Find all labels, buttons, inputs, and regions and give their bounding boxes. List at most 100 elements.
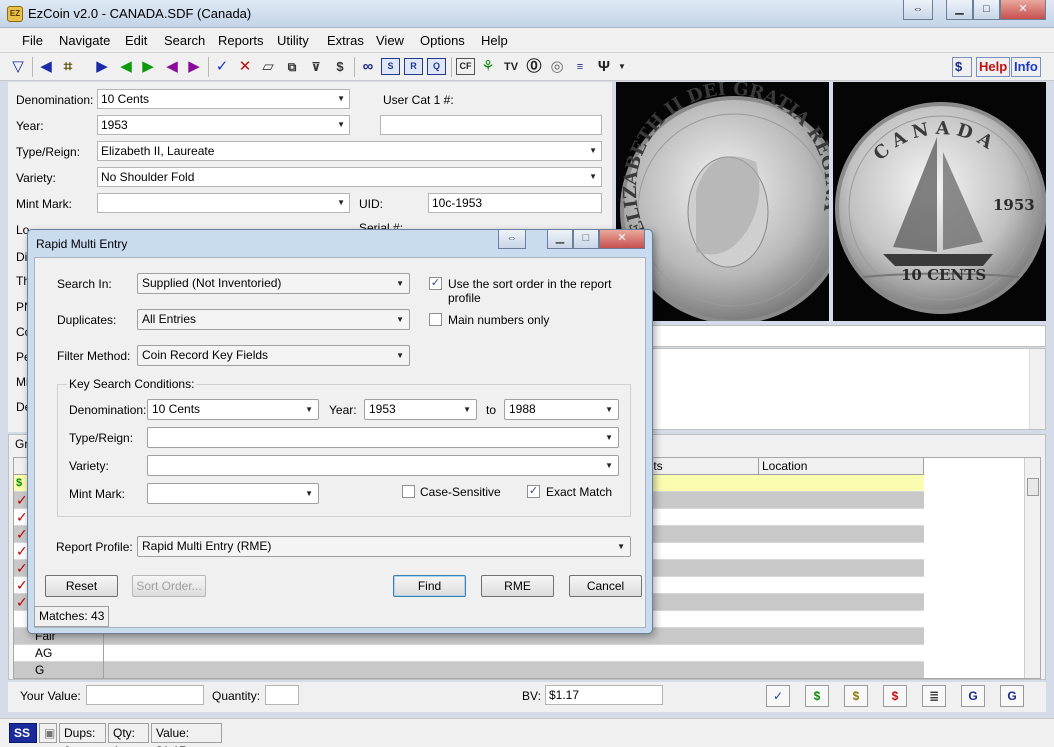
- info-button[interactable]: Info: [1011, 57, 1041, 77]
- lock-icon[interactable]: ▣: [39, 723, 57, 743]
- check-icon[interactable]: ✓: [16, 577, 28, 593]
- minimize-button[interactable]: ▁: [946, 0, 973, 20]
- duplicates-select[interactable]: All Entries: [137, 309, 410, 330]
- stack-icon[interactable]: ≡: [570, 57, 590, 77]
- type-select[interactable]: Elizabeth II, Laureate: [97, 141, 602, 161]
- check-icon[interactable]: ✓: [16, 560, 28, 576]
- menu-navigate[interactable]: Navigate: [59, 33, 110, 48]
- next-green-icon[interactable]: ▶: [138, 57, 158, 77]
- report-profile-select[interactable]: Rapid Multi Entry (RME): [137, 536, 631, 557]
- first-record-icon[interactable]: ◀: [36, 57, 56, 77]
- check-icon[interactable]: ✓: [16, 509, 28, 525]
- coin-icon[interactable]: ◎: [547, 57, 567, 77]
- s-report-icon[interactable]: S: [381, 58, 400, 75]
- close-button[interactable]: ✕: [1000, 0, 1046, 20]
- menu-file[interactable]: File: [22, 33, 43, 48]
- memo-scrollbar[interactable]: [1029, 349, 1045, 429]
- bv-input[interactable]: $1.17: [545, 685, 663, 705]
- your-value-input[interactable]: [86, 685, 204, 705]
- next-purple-icon[interactable]: ▶: [184, 57, 204, 77]
- copy-icon[interactable]: ⧉: [282, 57, 302, 77]
- prev-green-icon[interactable]: ◀: [116, 57, 136, 77]
- menu-edit[interactable]: Edit: [125, 33, 147, 48]
- r-report-icon[interactable]: R: [404, 58, 423, 75]
- cf-icon[interactable]: CF: [456, 58, 475, 75]
- prev-purple-icon[interactable]: ◀: [162, 57, 182, 77]
- tv-icon[interactable]: TV: [501, 57, 521, 77]
- tree-icon[interactable]: ⚘: [478, 57, 498, 77]
- check-icon[interactable]: ✓: [16, 543, 28, 559]
- grid-scrollbar[interactable]: [1024, 458, 1040, 678]
- case-sensitive-checkbox[interactable]: [402, 485, 415, 498]
- exact-match-checkbox[interactable]: ✓: [527, 485, 540, 498]
- psi-dropdown-icon[interactable]: ▼: [612, 57, 632, 77]
- dialog-minimize-button[interactable]: ▁: [547, 230, 573, 249]
- grid-header-location[interactable]: Location: [759, 458, 924, 475]
- dollar-circle-icon[interactable]: ⓪: [524, 57, 544, 77]
- grade-g-icon[interactable]: G: [961, 685, 985, 707]
- sort-order-button[interactable]: Sort Order...: [132, 575, 206, 597]
- key-year-to-select[interactable]: 1988: [504, 399, 619, 420]
- grid-scroll-thumb[interactable]: [1027, 478, 1039, 496]
- grade-cell[interactable]: AG: [32, 645, 104, 662]
- link-icon[interactable]: ∞: [358, 57, 378, 77]
- cancel-button[interactable]: Cancel: [569, 575, 642, 597]
- psi-icon[interactable]: Ψ: [594, 57, 614, 77]
- check-icon[interactable]: ✓: [16, 594, 28, 610]
- delete-icon[interactable]: ✕: [235, 57, 255, 77]
- notes-field[interactable]: [616, 325, 1046, 347]
- check-icon[interactable]: ✓: [16, 526, 28, 542]
- find-button[interactable]: Find: [393, 575, 466, 597]
- variety-select[interactable]: No Shoulder Fold: [97, 167, 602, 187]
- dollar-s-icon[interactable]: $: [952, 57, 972, 77]
- uid-input[interactable]: 10c-1953: [428, 193, 602, 213]
- dialog-close-button[interactable]: ✕: [599, 230, 645, 249]
- list-icon[interactable]: ≣: [922, 685, 946, 707]
- check-icon[interactable]: ✓: [16, 492, 28, 508]
- main-numbers-checkbox[interactable]: [429, 313, 442, 326]
- menu-help[interactable]: Help: [481, 33, 508, 48]
- rme-button[interactable]: RME: [481, 575, 554, 597]
- key-variety-select[interactable]: [147, 455, 619, 476]
- goto-icon[interactable]: ⌗: [58, 57, 78, 77]
- menu-options[interactable]: Options: [420, 33, 465, 48]
- search-in-select[interactable]: Supplied (Not Inventoried): [137, 273, 410, 294]
- add-green-dollar-icon[interactable]: $: [805, 685, 829, 707]
- sort-order-checkbox[interactable]: ✓: [429, 277, 442, 290]
- key-mint-select[interactable]: [147, 483, 319, 504]
- coin-reverse-image[interactable]: CANADA 1953 10 CENTS: [833, 82, 1046, 321]
- dialog-layout-button[interactable]: ⇔: [498, 230, 526, 249]
- restore-layout-button[interactable]: ⇔: [903, 0, 933, 20]
- dialog-maximize-button[interactable]: □: [573, 230, 599, 249]
- dollar-clear-icon[interactable]: $: [330, 57, 350, 77]
- reset-button[interactable]: Reset: [45, 575, 118, 597]
- denomination-select[interactable]: 10 Cents: [97, 89, 350, 109]
- menu-search[interactable]: Search: [164, 33, 205, 48]
- grade-cell[interactable]: G: [32, 662, 104, 678]
- ss-badge[interactable]: SS: [9, 723, 37, 743]
- grade-g-crossed-icon[interactable]: G: [1000, 685, 1024, 707]
- menu-view[interactable]: View: [376, 33, 404, 48]
- quantity-input[interactable]: [265, 685, 299, 705]
- filter-method-select[interactable]: Coin Record Key Fields: [137, 345, 410, 366]
- key-type-select[interactable]: [147, 427, 619, 448]
- menu-extras[interactable]: Extras: [327, 33, 364, 48]
- filter-clear-icon[interactable]: ⊽: [306, 57, 326, 77]
- usercat-input[interactable]: [380, 115, 602, 135]
- filter-icon[interactable]: ▽: [8, 57, 28, 77]
- memo-field[interactable]: [616, 348, 1046, 430]
- mintmark-select[interactable]: [97, 193, 350, 213]
- check-icon[interactable]: ✓: [212, 57, 232, 77]
- add-yellow-dollar-icon[interactable]: $: [844, 685, 868, 707]
- key-year-from-select[interactable]: 1953: [364, 399, 477, 420]
- confirm-check-icon[interactable]: ✓: [766, 685, 790, 707]
- menu-utility[interactable]: Utility: [277, 33, 309, 48]
- remove-dollar-icon[interactable]: $: [883, 685, 907, 707]
- help-button[interactable]: Help: [976, 57, 1011, 77]
- eraser-icon[interactable]: ▱: [258, 57, 278, 77]
- key-denom-select[interactable]: 10 Cents: [147, 399, 319, 420]
- maximize-button[interactable]: □: [973, 0, 1000, 20]
- year-select[interactable]: 1953: [97, 115, 350, 135]
- q-report-icon[interactable]: Q: [427, 58, 446, 75]
- menu-reports[interactable]: Reports: [218, 33, 264, 48]
